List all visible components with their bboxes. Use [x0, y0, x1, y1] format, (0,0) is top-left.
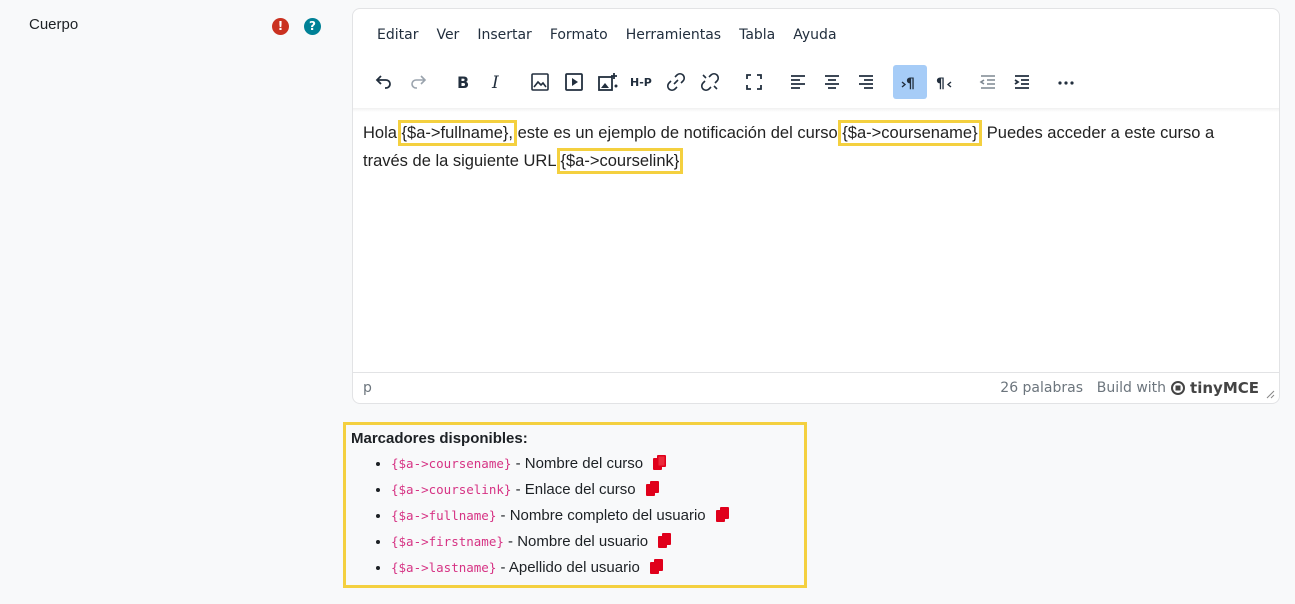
link-button[interactable]: [659, 65, 693, 99]
align-left-button[interactable]: [781, 65, 815, 99]
menu-tabla[interactable]: Tabla: [730, 27, 784, 47]
more-button[interactable]: [1049, 65, 1083, 99]
italic-button[interactable]: I: [479, 65, 513, 99]
media-plus-icon: [598, 73, 618, 91]
copy-icon[interactable]: [645, 481, 660, 497]
tinymce-branding[interactable]: Build with tinyMCE: [1097, 379, 1259, 397]
rtl-icon: ¶: [936, 76, 952, 92]
marker-code: {$a->courselink}: [391, 482, 512, 497]
fullscreen-icon: [746, 74, 762, 90]
align-left-icon: [791, 75, 805, 89]
marker-code: {$a->coursename}: [391, 456, 512, 471]
indent-icon: [1014, 75, 1029, 89]
marker-code: {$a->fullname}: [391, 508, 497, 523]
editor-toolbar: B I H-P ¶ ¶: [367, 65, 1083, 99]
tinymce-brand: tinyMCE: [1190, 379, 1259, 397]
redo-icon: [411, 75, 427, 89]
content-text: .: [679, 152, 684, 170]
menu-editar[interactable]: Editar: [367, 27, 427, 47]
unlink-icon: [700, 72, 720, 92]
h5p-icon: H-P: [630, 76, 652, 89]
fullscreen-button[interactable]: [737, 65, 771, 99]
ltr-icon: ¶: [901, 76, 915, 92]
list-item: {$a->coursename} - Nombre del curso: [391, 451, 804, 477]
undo-button[interactable]: [367, 65, 401, 99]
list-item: {$a->fullname} - Nombre completo del usu…: [391, 503, 804, 529]
undo-icon: [375, 75, 391, 89]
marker-desc: - Nombre del curso: [511, 455, 644, 472]
copy-icon[interactable]: [658, 533, 672, 549]
marker-desc: - Apellido del usuario: [496, 559, 640, 576]
marker-desc: - Nombre del usuario: [503, 533, 649, 550]
menu-formato[interactable]: Formato: [541, 27, 617, 47]
copy-icon[interactable]: [653, 455, 667, 471]
editor-statusbar: p 26 palabras Build with tinyMCE: [353, 372, 1279, 403]
placeholder-courselink: {$a->courselink}: [556, 148, 684, 174]
copy-icon[interactable]: [649, 559, 664, 575]
unlink-button[interactable]: [693, 65, 727, 99]
media-icon: [565, 73, 583, 91]
more-icon: [1058, 81, 1074, 85]
markers-list: {$a->coursename} - Nombre del curso {$a-…: [351, 451, 804, 581]
markers-title: Marcadores disponibles:: [351, 430, 528, 447]
align-right-icon: [859, 75, 873, 89]
list-item: {$a->lastname} - Apellido del usuario: [391, 555, 804, 581]
marker-desc: - Nombre completo del usuario: [496, 507, 706, 524]
svg-text:I: I: [491, 73, 499, 92]
editor-content[interactable]: Hola {$a->fullname}, este es un ejemplo …: [363, 119, 1263, 175]
svg-text:¶: ¶: [936, 76, 945, 92]
resize-handle-icon[interactable]: [1265, 389, 1275, 399]
ltr-button[interactable]: ¶: [893, 65, 927, 99]
italic-icon: I: [491, 73, 499, 92]
align-center-button[interactable]: [815, 65, 849, 99]
link-icon: [666, 72, 686, 92]
placeholder-coursename: {$a->coursename}: [838, 120, 982, 146]
marker-code: {$a->firstname}: [391, 534, 504, 549]
menu-insertar[interactable]: Insertar: [468, 27, 541, 47]
rtl-button[interactable]: ¶: [927, 65, 961, 99]
required-icon[interactable]: !: [272, 18, 289, 35]
content-text: Hola: [363, 124, 402, 142]
list-item: {$a->firstname} - Nombre del usuario: [391, 529, 804, 555]
help-icon[interactable]: ?: [304, 18, 321, 35]
placeholder-fullname: {$a->fullname},: [397, 120, 518, 146]
image-icon: [531, 73, 549, 91]
content-text: este es un ejemplo de notificación del c…: [513, 124, 843, 142]
align-center-icon: [825, 75, 839, 89]
svg-text:¶: ¶: [906, 76, 915, 92]
image-button[interactable]: [523, 65, 557, 99]
marker-code: {$a->lastname}: [391, 560, 497, 575]
marker-desc: - Enlace del curso: [511, 481, 636, 498]
copy-icon[interactable]: [715, 507, 730, 523]
menu-ayuda[interactable]: Ayuda: [784, 27, 845, 47]
editor-menubar: Editar Ver Insertar Formato Herramientas…: [367, 27, 846, 47]
svg-text:H-P: H-P: [630, 76, 652, 89]
indent-button[interactable]: [1005, 65, 1039, 99]
element-path[interactable]: p: [363, 380, 372, 396]
outdent-button[interactable]: [971, 65, 1005, 99]
rich-text-editor: Editar Ver Insertar Formato Herramientas…: [352, 8, 1280, 404]
svg-text:B: B: [457, 73, 469, 92]
field-label: Cuerpo: [29, 16, 79, 33]
bold-button[interactable]: B: [445, 65, 479, 99]
h5p-button[interactable]: H-P: [625, 65, 659, 99]
build-with-label: Build with: [1096, 380, 1167, 396]
redo-button[interactable]: [401, 65, 435, 99]
menu-ver[interactable]: Ver: [427, 27, 468, 47]
media-plus-button[interactable]: [591, 65, 625, 99]
tinymce-logo-icon: [1171, 381, 1186, 395]
word-count[interactable]: 26 palabras: [1000, 380, 1083, 396]
bold-icon: B: [457, 73, 469, 92]
list-item: {$a->courselink} - Enlace del curso: [391, 477, 804, 503]
menu-herramientas[interactable]: Herramientas: [617, 27, 730, 47]
media-button[interactable]: [557, 65, 591, 99]
outdent-icon: [979, 75, 995, 89]
available-markers-box: Marcadores disponibles: {$a->coursename}…: [343, 422, 807, 588]
align-right-button[interactable]: [849, 65, 883, 99]
